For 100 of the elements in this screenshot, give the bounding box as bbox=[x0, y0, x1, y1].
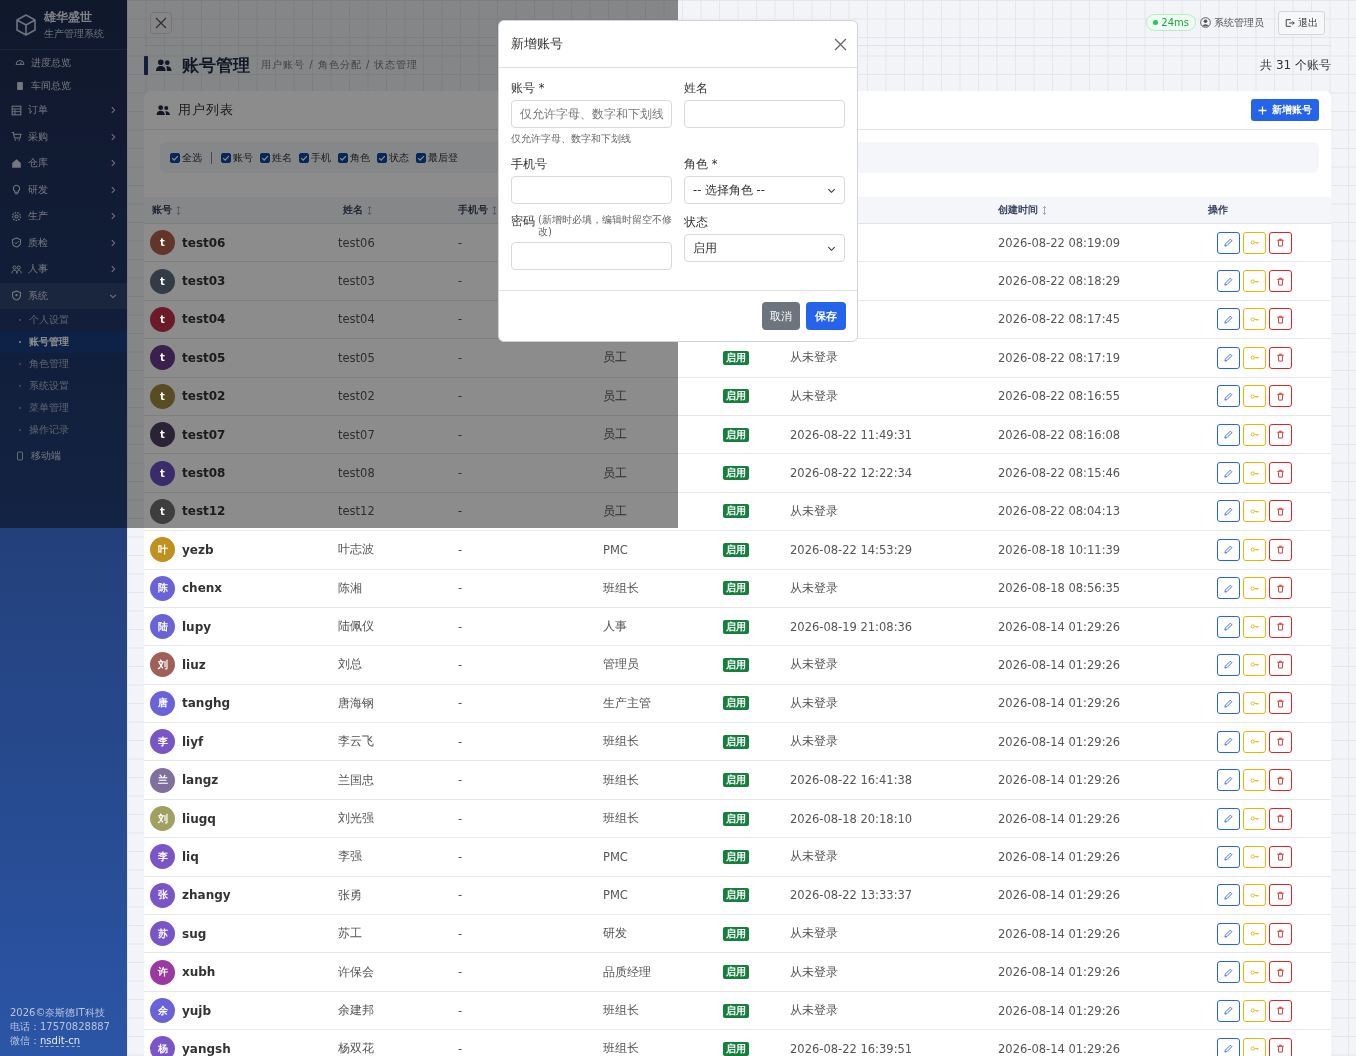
menu-item[interactable]: 研发 bbox=[0, 176, 127, 203]
edit-button[interactable] bbox=[1217, 577, 1240, 600]
edit-button[interactable] bbox=[1217, 346, 1240, 369]
delete-button[interactable] bbox=[1269, 308, 1292, 331]
column-header[interactable]: 操作 bbox=[1208, 203, 1228, 217]
column-header[interactable]: 创建时间 bbox=[998, 203, 1038, 217]
column-checkbox[interactable]: 账号 bbox=[221, 150, 253, 165]
column-checkbox[interactable]: 角色 bbox=[338, 150, 370, 165]
edit-button[interactable] bbox=[1217, 999, 1240, 1022]
checkbox[interactable] bbox=[221, 152, 231, 163]
menu-item[interactable]: 车间总览 bbox=[0, 74, 127, 97]
edit-button[interactable] bbox=[1217, 308, 1240, 331]
submenu-item[interactable]: 系统设置 bbox=[0, 375, 127, 397]
menu-item[interactable]: 生产 bbox=[0, 203, 127, 230]
edit-button[interactable] bbox=[1217, 884, 1240, 907]
edit-button[interactable] bbox=[1217, 423, 1240, 446]
cancel-button[interactable]: 取消 bbox=[762, 302, 800, 330]
gear-icon bbox=[11, 210, 22, 222]
checkbox[interactable] bbox=[416, 152, 426, 163]
delete-button[interactable] bbox=[1269, 462, 1292, 485]
delete-button[interactable] bbox=[1269, 615, 1292, 638]
input-field[interactable] bbox=[511, 242, 672, 270]
edit-button[interactable] bbox=[1217, 845, 1240, 868]
wechat-link[interactable]: nsdit-cn bbox=[40, 1035, 81, 1047]
checkbox[interactable] bbox=[170, 152, 180, 163]
menu-item[interactable]: 人事 bbox=[0, 256, 127, 283]
submenu-item[interactable]: 账号管理 bbox=[0, 331, 127, 353]
submenu-item[interactable]: 个人设置 bbox=[0, 309, 127, 331]
delete-button[interactable] bbox=[1269, 654, 1292, 676]
column-checkbox[interactable]: 姓名 bbox=[260, 150, 292, 165]
delete-button[interactable] bbox=[1269, 692, 1292, 715]
delete-button[interactable] bbox=[1269, 845, 1292, 868]
select-field[interactable]: 启用 bbox=[684, 234, 845, 262]
column-header[interactable]: 姓名 bbox=[343, 203, 363, 217]
input-field[interactable] bbox=[684, 100, 845, 128]
account-name: sug bbox=[182, 926, 207, 941]
column-checkbox[interactable]: 最后登 bbox=[416, 150, 458, 165]
edit-button[interactable] bbox=[1217, 385, 1240, 408]
delete-button[interactable] bbox=[1269, 423, 1292, 446]
edit-button[interactable] bbox=[1217, 807, 1240, 830]
edit-button[interactable] bbox=[1217, 500, 1240, 523]
submenu-item[interactable]: 操作记录 bbox=[0, 419, 127, 441]
menu-item[interactable]: 采购 bbox=[0, 123, 127, 150]
edit-button[interactable] bbox=[1217, 270, 1240, 293]
delete-button[interactable] bbox=[1269, 577, 1292, 600]
delete-button[interactable] bbox=[1269, 884, 1292, 907]
checkbox[interactable] bbox=[299, 152, 309, 163]
select-field[interactable]: -- 选择角色 -- bbox=[684, 176, 845, 204]
edit-button[interactable] bbox=[1217, 922, 1240, 945]
delete-button[interactable] bbox=[1269, 231, 1292, 254]
delete-button[interactable] bbox=[1269, 922, 1292, 945]
edit-button[interactable] bbox=[1217, 615, 1240, 638]
column-header[interactable]: 手机号 bbox=[458, 203, 488, 217]
input-field[interactable] bbox=[511, 176, 672, 204]
edit-button[interactable] bbox=[1217, 730, 1240, 753]
menu-item[interactable]: 仓库 bbox=[0, 150, 127, 177]
edit-button[interactable] bbox=[1217, 961, 1240, 984]
menu-item[interactable]: 质检 bbox=[0, 229, 127, 256]
trash-icon bbox=[1276, 314, 1285, 324]
brand-subtitle: 生产管理系统 bbox=[44, 26, 104, 41]
column-checkbox[interactable]: 全选 bbox=[170, 150, 202, 165]
menu-item[interactable]: 进度总览 bbox=[0, 51, 127, 74]
delete-button[interactable] bbox=[1269, 500, 1292, 523]
delete-button[interactable] bbox=[1269, 385, 1292, 408]
close-button[interactable] bbox=[834, 37, 847, 51]
checkbox[interactable] bbox=[377, 152, 387, 163]
delete-button[interactable] bbox=[1269, 961, 1292, 984]
edit-button[interactable] bbox=[1217, 692, 1240, 715]
avatar: t bbox=[150, 498, 175, 524]
column-checkbox[interactable]: 手机 bbox=[299, 150, 331, 165]
submenu-item[interactable]: 角色管理 bbox=[0, 353, 127, 375]
logout-button[interactable]: 退出 bbox=[1278, 10, 1325, 35]
delete-button[interactable] bbox=[1269, 1037, 1292, 1056]
delete-button[interactable] bbox=[1269, 346, 1292, 369]
column-header[interactable]: 账号 bbox=[152, 203, 172, 217]
delete-button[interactable] bbox=[1269, 807, 1292, 830]
delete-button[interactable] bbox=[1269, 999, 1292, 1022]
delete-button[interactable] bbox=[1269, 769, 1292, 792]
input-field[interactable]: 仅允许字母、数字和下划线 bbox=[511, 100, 672, 128]
edit-button[interactable] bbox=[1217, 231, 1240, 254]
status-badge: 启用 bbox=[723, 849, 749, 864]
checkbox[interactable] bbox=[338, 152, 348, 163]
column-checkbox[interactable]: 状态 bbox=[377, 150, 409, 165]
edit-button[interactable] bbox=[1217, 654, 1240, 676]
field-label: 手机号 bbox=[511, 157, 547, 171]
checkbox[interactable] bbox=[260, 152, 270, 163]
submenu-item[interactable]: 菜单管理 bbox=[0, 397, 127, 419]
edit-button[interactable] bbox=[1217, 1037, 1240, 1056]
delete-button[interactable] bbox=[1269, 538, 1292, 561]
menu-item[interactable]: 订单 bbox=[0, 97, 127, 124]
key-icon bbox=[1250, 660, 1259, 670]
edit-button[interactable] bbox=[1217, 769, 1240, 792]
save-button[interactable]: 保存 bbox=[806, 302, 846, 330]
add-account-button[interactable]: 新增账号 bbox=[1251, 99, 1319, 121]
edit-button[interactable] bbox=[1217, 462, 1240, 485]
edit-button[interactable] bbox=[1217, 538, 1240, 561]
table-cell: - bbox=[458, 926, 463, 941]
menu-item[interactable]: 移动端 bbox=[0, 444, 127, 467]
delete-button[interactable] bbox=[1269, 270, 1292, 293]
delete-button[interactable] bbox=[1269, 730, 1292, 753]
